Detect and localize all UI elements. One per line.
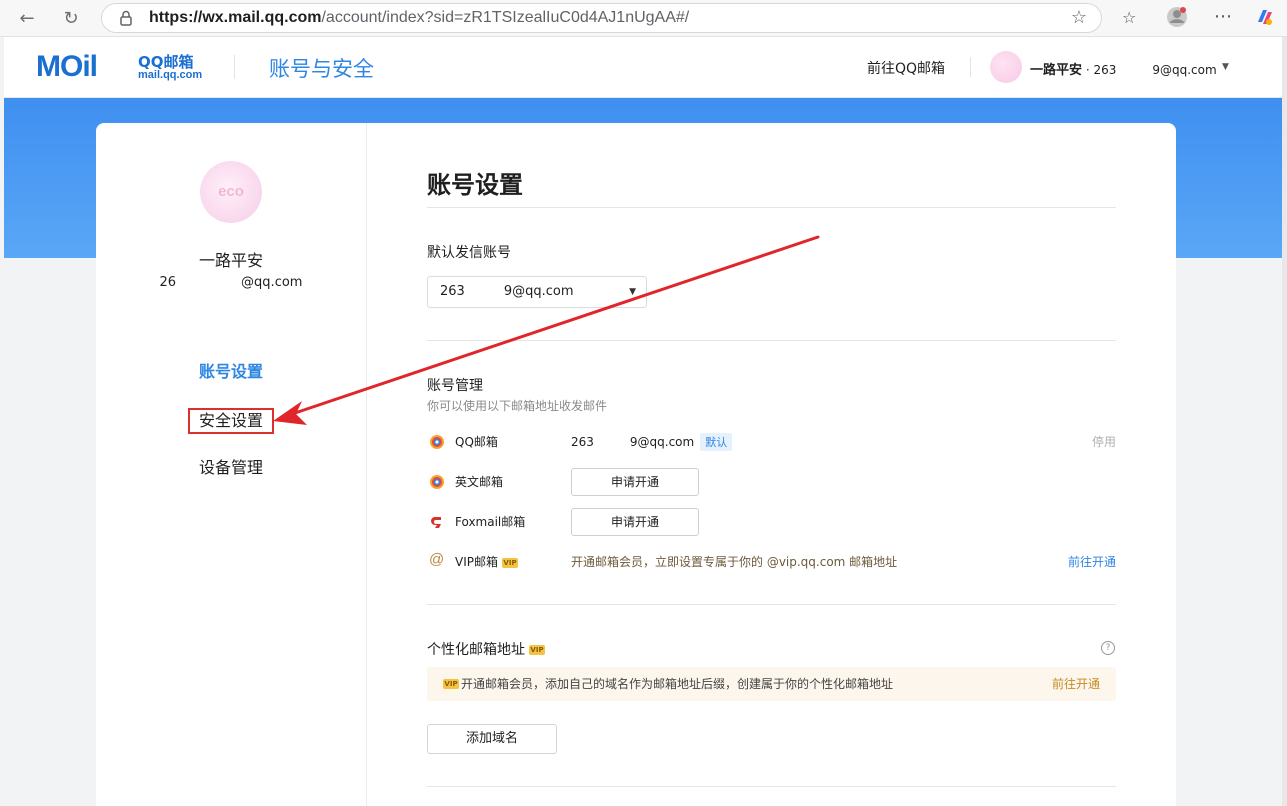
header-avatar[interactable] xyxy=(990,51,1022,83)
banner-open-link[interactable]: 前往开通 xyxy=(1052,667,1100,701)
account-row-foxmail: Foxmail邮箱 申请开通 xyxy=(427,508,1116,536)
divider xyxy=(427,786,1116,787)
chevron-down-icon: ▼ xyxy=(629,287,636,297)
copilot-icon[interactable] xyxy=(1254,6,1276,32)
default-sender-label: 默认发信账号 xyxy=(427,245,511,261)
apply-foxmail-button[interactable]: 申请开通 xyxy=(571,508,699,536)
profile-name: 一路平安 xyxy=(198,251,263,270)
personal-address-label: 个性化邮箱地址 VIP xyxy=(427,642,545,658)
at-sign-icon: @ xyxy=(429,551,445,568)
profile-avatar: eco xyxy=(200,161,262,223)
sidebar-item-account-settings[interactable]: 账号设置 xyxy=(188,359,278,385)
apply-english-mail-button[interactable]: 申请开通 xyxy=(571,468,699,496)
divider xyxy=(427,604,1116,605)
divider xyxy=(427,207,1116,208)
page-header: MOil QQ邮箱 mail.qq.com 账号与安全 前往QQ邮箱 一路平安 … xyxy=(4,37,1282,98)
divider xyxy=(427,340,1116,341)
vip-open-link[interactable]: 前往开通 xyxy=(1068,553,1116,570)
settings-card: eco 一路平安 26 @qq.com 账号设置 安全设置 设备管理 账号设置 … xyxy=(96,123,1176,806)
header-divider xyxy=(234,55,235,79)
header-user-info[interactable]: 一路平安 · 263 9@qq.com xyxy=(1030,59,1217,78)
sidebar-divider xyxy=(366,123,367,806)
more-menu-icon[interactable]: ⋯ xyxy=(1214,6,1232,27)
back-icon[interactable]: ← xyxy=(14,6,40,32)
browser-toolbar: ← ↻ https://wx.mail.qq.com/account/index… xyxy=(0,0,1287,37)
qq-mail-icon xyxy=(430,435,444,449)
account-mgmt-label: 账号管理 xyxy=(427,378,483,394)
sidebar-item-device-management[interactable]: 设备管理 xyxy=(188,455,278,481)
account-row-english: 英文邮箱 申请开通 xyxy=(427,468,1116,496)
url-text: https://wx.mail.qq.com/account/index?sid… xyxy=(149,9,690,26)
disable-link[interactable]: 停用 xyxy=(1092,433,1116,450)
page-title: 账号与安全 xyxy=(269,57,374,81)
vip-icon: VIP xyxy=(529,645,545,655)
account-mgmt-subtitle: 你可以使用以下邮箱地址收发邮件 xyxy=(427,399,608,413)
vip-icon: VIP xyxy=(502,557,518,568)
english-mail-icon xyxy=(430,475,444,489)
account-row-vip: @ VIP邮箱 VIP 开通邮箱会员，立即设置专属于你的 @vip.qq.com … xyxy=(429,551,1116,570)
default-badge: 默认 xyxy=(700,433,733,451)
qq-mail-logo[interactable]: MOil QQ邮箱 mail.qq.com xyxy=(36,50,206,84)
address-bar[interactable]: https://wx.mail.qq.com/account/index?sid… xyxy=(101,3,1102,33)
chevron-down-icon[interactable]: ▼ xyxy=(1222,62,1229,72)
profile-email: 26 @qq.com xyxy=(159,275,303,290)
favorites-icon[interactable]: ☆ xyxy=(1122,8,1136,27)
profile-icon[interactable] xyxy=(1166,6,1188,32)
account-row-qq: QQ邮箱 263 9@qq.com 默认 停用 xyxy=(427,428,1116,456)
lock-icon xyxy=(120,10,132,26)
vip-info-banner: VIP 开通邮箱会员，添加自己的域名作为邮箱地址后缀，创建属于你的个性化邮箱地址… xyxy=(427,667,1116,701)
header-separator xyxy=(970,57,971,77)
add-domain-button[interactable]: 添加域名 xyxy=(427,724,557,754)
goto-qq-mail-link[interactable]: 前往QQ邮箱 xyxy=(867,58,945,78)
help-icon[interactable]: ? xyxy=(1101,641,1115,655)
default-sender-select[interactable]: 263 9@qq.com ▼ xyxy=(427,276,647,308)
content-title: 账号设置 xyxy=(427,171,523,199)
foxmail-icon xyxy=(431,517,441,528)
vip-icon: VIP xyxy=(443,679,459,689)
scrollbar[interactable] xyxy=(1282,37,1287,806)
reload-icon[interactable]: ↻ xyxy=(58,6,84,32)
bookmark-star-icon[interactable]: ☆ xyxy=(1071,7,1087,28)
sidebar-item-security-settings[interactable]: 安全设置 xyxy=(188,408,274,434)
